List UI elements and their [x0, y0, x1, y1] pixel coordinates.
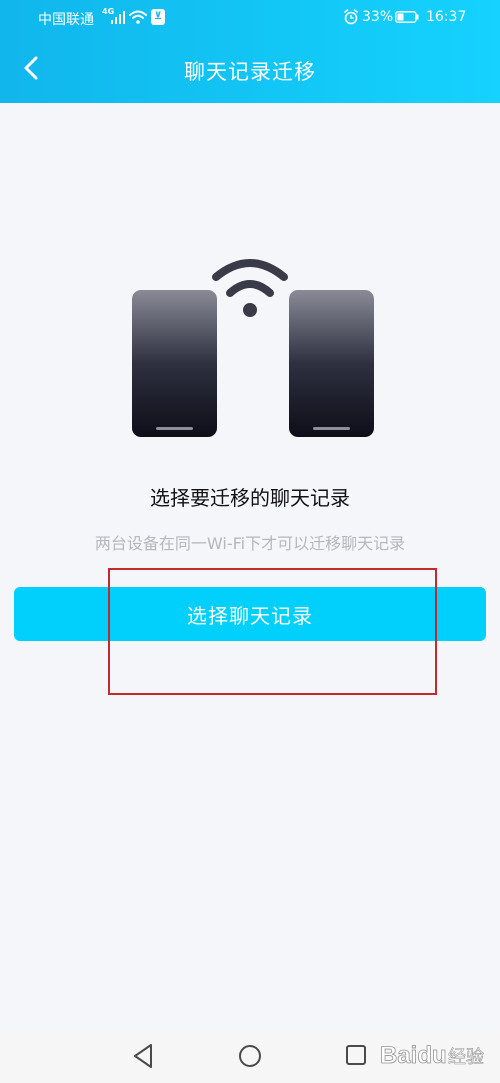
signal-icon — [111, 11, 125, 24]
shield-icon: ⊻ — [151, 9, 165, 25]
carrier-name: 中国联通 — [38, 12, 94, 28]
watermark-suffix-text: 经验 — [448, 1047, 484, 1068]
migration-hint: 两台设备在同一Wi-Fi下才可以迁移聊天记录 — [94, 534, 406, 553]
wifi-icon — [212, 259, 288, 317]
battery-icon — [395, 11, 419, 23]
watermark-logo: Baidu 经验 — [380, 1042, 484, 1070]
watermark-brand-text: Baidu — [380, 1042, 447, 1069]
app-header: 中国联通 4G ⊻ 33% 16:37 聊天记录迁移 — [0, 0, 500, 103]
alarm-icon — [344, 9, 358, 25]
battery-percentage: 33% — [362, 9, 394, 25]
status-bar: 中国联通 4G ⊻ 33% 16:37 — [0, 0, 500, 34]
page-title: 聊天记录迁移 — [184, 60, 316, 84]
left-phone-icon — [132, 290, 217, 437]
migration-title: 选择要迁移的聊天记录 — [150, 486, 350, 510]
device-transfer-illustration — [132, 259, 374, 437]
status-time: 16:37 — [426, 9, 467, 25]
nav-recent-apps-icon[interactable] — [345, 1044, 367, 1066]
nav-home-icon[interactable] — [238, 1044, 262, 1068]
nav-back-icon[interactable] — [131, 1043, 155, 1069]
wifi-status-icon — [129, 10, 147, 24]
right-phone-icon — [289, 290, 374, 437]
annotation-highlight-box — [108, 568, 437, 695]
